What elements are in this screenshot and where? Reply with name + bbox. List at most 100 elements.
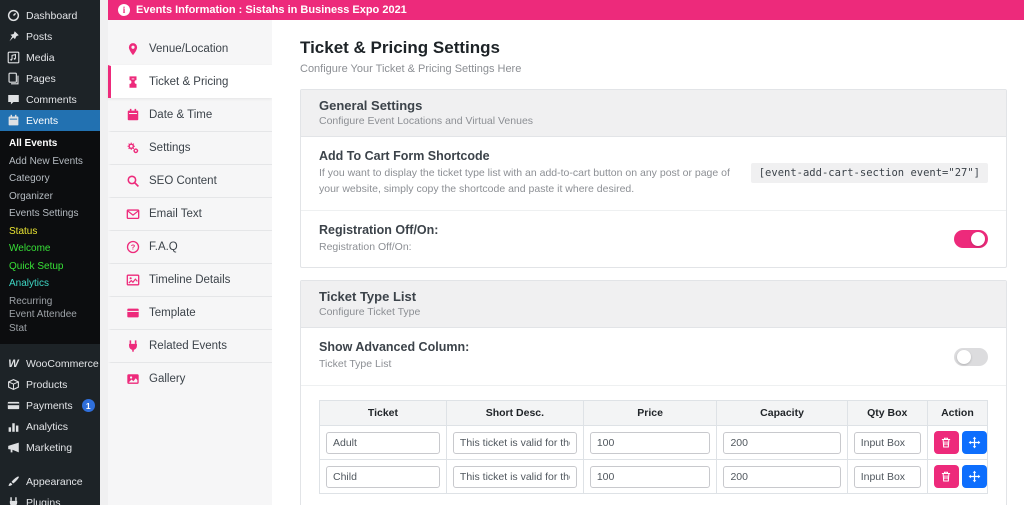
tab-faq[interactable]: ? F.A.Q	[108, 230, 272, 263]
sidebar-item-label: Pages	[26, 72, 56, 85]
move-ticket-button[interactable]	[961, 465, 987, 488]
tab-related-events[interactable]: Related Events	[108, 329, 272, 362]
sidebar-item-label: Dashboard	[26, 9, 78, 22]
ticket-short-desc-input[interactable]	[452, 465, 577, 488]
gallery-icon	[126, 372, 140, 386]
submenu-organizer[interactable]: Organizer	[0, 188, 100, 206]
shortcode-row: Add To Cart Form Shortcode If you want t…	[301, 137, 1006, 210]
trash-icon	[942, 437, 951, 448]
submenu-analytics[interactable]: Analytics	[0, 275, 100, 293]
tab-label: Venue/Location	[149, 43, 229, 55]
sidebar-item-appearance[interactable]: Appearance	[0, 471, 100, 492]
sidebar-item-label: Media	[26, 51, 55, 64]
tab-ticket-pricing[interactable]: Ticket & Pricing	[108, 65, 272, 98]
col-header-short-desc: Short Desc.	[445, 400, 584, 426]
tab-label: Email Text	[149, 208, 202, 220]
advanced-column-sublabel: Ticket Type List	[319, 358, 392, 371]
sidebar-item-label: Plugins	[26, 496, 61, 505]
section-title: Ticket Type List	[319, 289, 417, 305]
move-ticket-button[interactable]	[961, 431, 987, 454]
delete-ticket-button[interactable]	[933, 465, 959, 488]
ticket-qty-box-input[interactable]	[853, 465, 921, 488]
page-title: Ticket & Pricing Settings	[300, 38, 500, 57]
tab-label: F.A.Q	[149, 241, 178, 253]
map-pin-icon	[126, 42, 140, 56]
svg-text:?: ?	[131, 243, 136, 252]
payments-count-badge: 1	[81, 399, 95, 412]
col-header-capacity: Capacity	[716, 400, 848, 426]
sidebar-item-products[interactable]: Products	[0, 374, 100, 395]
tab-template[interactable]: Template	[108, 296, 272, 329]
tab-date-time[interactable]: Date & Time	[108, 98, 272, 131]
shortcode-value: [event-add-cart-section event="27"]	[750, 163, 988, 184]
sidebar-item-payments[interactable]: Payments 1	[0, 395, 100, 416]
registration-label: Registration Off/On:	[319, 222, 439, 237]
tab-email-text[interactable]: Email Text	[108, 197, 272, 230]
sidebar-item-analytics[interactable]: Analytics	[0, 416, 100, 437]
move-icon	[968, 470, 981, 483]
sidebar-item-dashboard[interactable]: Dashboard	[0, 5, 100, 26]
ticket-price-input[interactable]	[589, 465, 711, 488]
event-info-title: Events Information : Sistahs in Business…	[136, 4, 407, 16]
ticket-capacity-input[interactable]	[723, 431, 841, 454]
sidebar-item-comments[interactable]: Comments	[0, 89, 100, 110]
submenu-quick-setup[interactable]: Quick Setup	[0, 258, 100, 276]
submenu-category[interactable]: Category	[0, 170, 100, 188]
sidebar-item-woocommerce[interactable]: W WooCommerce	[0, 353, 100, 374]
ticket-pricing-panel: Ticket & Pricing Settings Configure Your…	[272, 20, 1024, 505]
ticket-name-input[interactable]	[326, 431, 440, 454]
pushpin-icon	[7, 30, 20, 43]
submenu-all-events[interactable]: All Events	[0, 135, 100, 153]
ticket-short-desc-input[interactable]	[452, 431, 577, 454]
registration-sublabel: Registration Off/On:	[319, 240, 412, 253]
sidebar-item-pages[interactable]: Pages	[0, 68, 100, 89]
sidebar-item-plugins[interactable]: Plugins	[0, 492, 100, 505]
submenu-welcome[interactable]: Welcome	[0, 240, 100, 258]
delete-ticket-button[interactable]	[933, 431, 959, 454]
events-submenu: All Events Add New Events Category Organ…	[0, 131, 100, 344]
sidebar-item-label: WooCommerce	[26, 357, 99, 370]
registration-toggle[interactable]	[954, 229, 988, 248]
bar-chart-icon	[7, 420, 20, 433]
ticket-icon	[126, 75, 140, 89]
tab-label: Settings	[149, 142, 191, 154]
advanced-column-label: Show Advanced Column:	[319, 340, 470, 355]
megaphone-icon	[7, 441, 20, 454]
app-window: Dashboard Posts Media Pages Comments Eve…	[0, 0, 1024, 505]
submenu-events-settings[interactable]: Events Settings	[0, 205, 100, 223]
credit-card-icon	[7, 399, 20, 412]
shortcode-description: If you want to display the ticket type l…	[319, 167, 730, 195]
tab-label: Ticket & Pricing	[149, 76, 229, 88]
registration-row: Registration Off/On: Registration Off/On…	[301, 209, 1006, 268]
submenu-add-new-events[interactable]: Add New Events	[0, 153, 100, 171]
submenu-status[interactable]: Status	[0, 223, 100, 241]
sidebar-item-label: Events	[26, 114, 59, 127]
tab-timeline-details[interactable]: Timeline Details	[108, 263, 272, 296]
sidebar-item-marketing[interactable]: Marketing	[0, 437, 100, 458]
ticket-type-header: Ticket Type List Configure Ticket Type	[301, 281, 1006, 329]
tab-label: Gallery	[149, 373, 186, 385]
ticket-table-section: Ticket Short Desc. Price Capacity Qty Bo…	[301, 385, 1006, 505]
ticket-price-input[interactable]	[589, 431, 711, 454]
calendar-icon	[7, 114, 20, 127]
tab-seo-content[interactable]: SEO Content	[108, 164, 272, 197]
ticket-qty-box-input[interactable]	[853, 431, 921, 454]
media-icon	[7, 51, 20, 64]
sidebar-item-posts[interactable]: Posts	[0, 26, 100, 47]
ticket-type-table: Ticket Short Desc. Price Capacity Qty Bo…	[319, 400, 989, 494]
sidebar-item-media[interactable]: Media	[0, 47, 100, 68]
sidebar-item-label: Products	[26, 378, 68, 391]
trash-icon	[942, 471, 951, 482]
ticket-name-input[interactable]	[326, 465, 440, 488]
submenu-recurring-event-attendee-stat[interactable]: Recurring Event Attendee Stat	[0, 293, 86, 338]
ticket-capacity-input[interactable]	[723, 465, 841, 488]
advanced-column-toggle[interactable]	[954, 347, 988, 366]
sidebar-item-events[interactable]: Events	[0, 110, 100, 131]
tab-gallery[interactable]: Gallery	[108, 362, 272, 395]
faq-icon: ?	[126, 240, 140, 254]
tab-label: Related Events	[149, 340, 227, 352]
tab-settings[interactable]: Settings	[108, 131, 272, 164]
ticket-row	[319, 459, 989, 494]
tab-venue-location[interactable]: Venue/Location	[108, 33, 272, 65]
general-settings-header: General Settings Configure Event Locatio…	[301, 90, 1006, 137]
